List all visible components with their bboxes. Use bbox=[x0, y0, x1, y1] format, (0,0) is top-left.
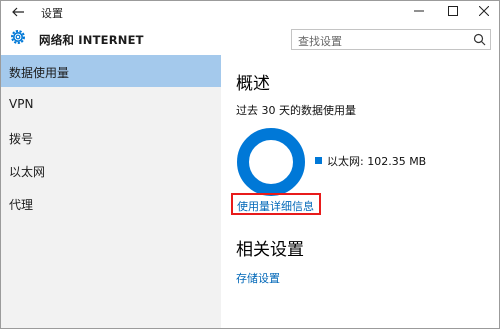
maximize-button[interactable] bbox=[438, 1, 468, 22]
sidebar-item-ethernet[interactable]: 以太网 bbox=[1, 154, 221, 186]
gear-icon bbox=[9, 28, 27, 46]
sidebar-item-dialup[interactable]: 拨号 bbox=[1, 121, 221, 153]
overview-heading: 概述 bbox=[236, 74, 270, 94]
sidebar-item-proxy[interactable]: 代理 bbox=[1, 187, 221, 219]
section-title: 网络和 INTERNET bbox=[39, 33, 144, 47]
sidebar-item-data-usage[interactable]: 数据使用量 bbox=[1, 55, 221, 87]
usage-donut-ring bbox=[237, 128, 305, 196]
ethernet-legend-swatch bbox=[315, 157, 322, 164]
window-title: 设置 bbox=[41, 7, 63, 20]
settings-window: 设置 网络和 INTERNET 查找设置 数据使用量 VPN 拨号 以太网 代理… bbox=[0, 0, 500, 329]
search-placeholder: 查找设置 bbox=[298, 35, 342, 48]
back-arrow-icon[interactable] bbox=[11, 4, 25, 18]
main-content: 概述 过去 30 天的数据使用量 以太网: 102.35 MB 使用量详细信息 … bbox=[221, 55, 499, 328]
sidebar-item-label: VPN bbox=[9, 97, 34, 111]
usage-details-link[interactable]: 使用量详细信息 bbox=[237, 198, 314, 214]
title-bar: 设置 bbox=[1, 1, 499, 22]
search-input[interactable]: 查找设置 bbox=[291, 29, 491, 50]
sidebar-item-label: 拨号 bbox=[9, 132, 34, 146]
page-header: 网络和 INTERNET 查找设置 bbox=[1, 23, 499, 55]
ethernet-usage-legend: 以太网: 102.35 MB bbox=[327, 155, 427, 168]
sidebar-item-label: 以太网 bbox=[9, 165, 46, 179]
sidebar-item-vpn[interactable]: VPN bbox=[1, 88, 221, 120]
usage-period-text: 过去 30 天的数据使用量 bbox=[236, 104, 356, 117]
close-button[interactable] bbox=[469, 1, 499, 22]
storage-settings-link[interactable]: 存储设置 bbox=[236, 270, 280, 286]
minimize-button[interactable] bbox=[404, 1, 434, 22]
related-settings-heading: 相关设置 bbox=[236, 240, 304, 260]
close-icon bbox=[479, 6, 489, 16]
sidebar: 数据使用量 VPN 拨号 以太网 代理 bbox=[1, 55, 221, 328]
maximize-icon bbox=[448, 6, 458, 16]
usage-donut-chart bbox=[237, 128, 305, 196]
minimize-icon bbox=[414, 10, 424, 12]
search-icon[interactable] bbox=[473, 33, 486, 46]
sidebar-item-label: 代理 bbox=[9, 198, 34, 212]
sidebar-item-label: 数据使用量 bbox=[9, 66, 70, 80]
